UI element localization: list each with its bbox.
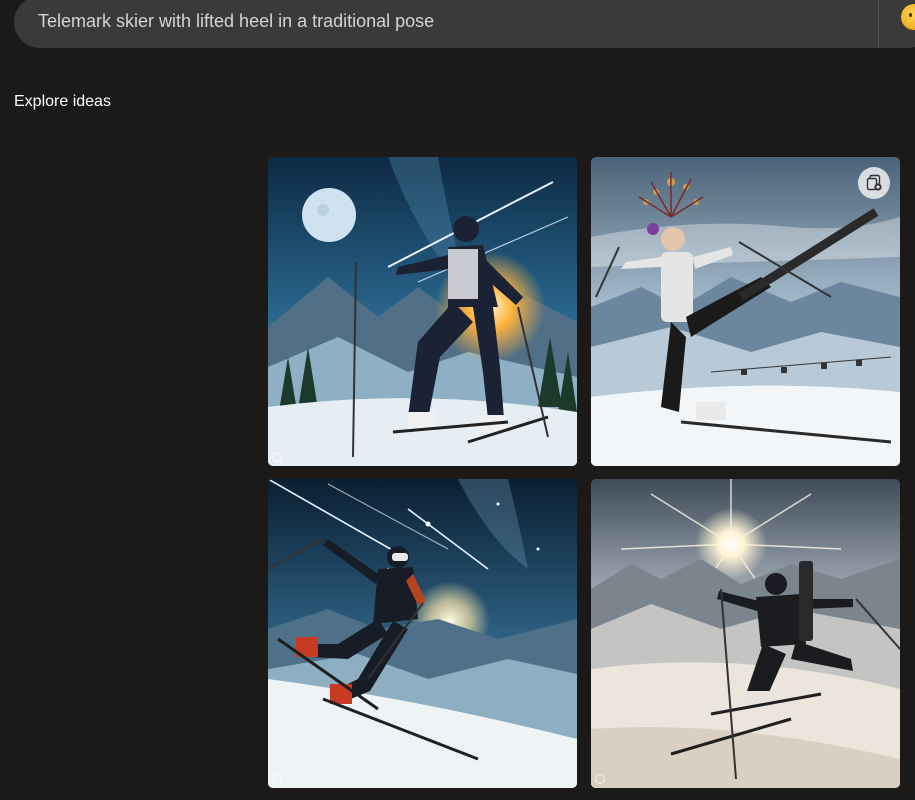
explore-ideas-heading: Explore ideas bbox=[14, 93, 111, 110]
image-tile-3[interactable] bbox=[268, 479, 577, 788]
image-tile-4[interactable] bbox=[591, 479, 900, 788]
skier-image-1 bbox=[268, 157, 577, 466]
ai-watermark-icon bbox=[272, 774, 282, 784]
image-tile-1[interactable] bbox=[268, 157, 577, 466]
ai-watermark-icon bbox=[595, 774, 605, 784]
image-grid bbox=[268, 157, 900, 789]
emoji-eye-left bbox=[909, 13, 912, 17]
search-input[interactable]: Telemark skier with lifted heel in a tra… bbox=[38, 11, 434, 32]
skier-image-4 bbox=[591, 479, 900, 788]
add-to-collection-icon[interactable] bbox=[858, 167, 890, 199]
page: Telemark skier with lifted heel in a tra… bbox=[0, 0, 915, 800]
emoji-face-icon[interactable] bbox=[901, 4, 915, 30]
skier-image-2 bbox=[591, 157, 900, 466]
search-divider bbox=[878, 0, 879, 48]
skier-image-3 bbox=[268, 479, 577, 788]
ai-watermark-icon bbox=[272, 452, 282, 462]
image-tile-2[interactable] bbox=[591, 157, 900, 466]
add-to-collection-glyph bbox=[866, 174, 882, 191]
search-bar[interactable]: Telemark skier with lifted heel in a tra… bbox=[14, 0, 915, 48]
